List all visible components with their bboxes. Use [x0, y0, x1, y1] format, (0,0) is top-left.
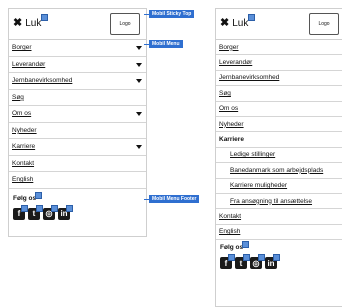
marker-icon [66, 204, 73, 212]
marker-icon [21, 204, 28, 212]
marker-icon [35, 191, 42, 199]
menu-list: Borger Leverandør Jernbanevirksomhed Søg Om … [9, 40, 146, 189]
menu-item-leverand-r[interactable]: Leverandør [9, 57, 146, 73]
logo[interactable]: Logo [309, 13, 339, 35]
sticky-top-bar: ✖ Luk Logo [9, 9, 146, 40]
mobile-menu-right: ✖ Luk Logo Borger Leverandør Jernbanevirks… [215, 8, 342, 307]
chevron-down-icon[interactable] [136, 46, 142, 51]
menu-item-jernbanevirksomhed[interactable]: Jernbanevirksomhed [216, 71, 342, 87]
menu-item-label: Leverandør [12, 60, 46, 68]
menu-item-om-os[interactable]: Om os [216, 102, 342, 117]
follow-label: Følg os [13, 191, 142, 202]
close-label: Luk [232, 18, 249, 29]
logo[interactable]: Logo [110, 13, 140, 35]
menu-item-label: Banedanmark som arbejdsplads [230, 166, 324, 174]
menu-item-label: English [12, 176, 34, 184]
menu-item-borger[interactable]: Borger [9, 40, 146, 57]
menu-item-label: Kontakt [219, 212, 242, 220]
menu-item-karriere-muligheder[interactable]: Karriere muligheder [216, 179, 342, 194]
menu-item-label: Jernbanevirksomhed [12, 77, 73, 85]
menu-footer: Følg os f t ◎ in [216, 240, 342, 270]
menu-item-borger[interactable]: Borger [216, 40, 342, 56]
callout-menu: Mobil Menu [149, 40, 183, 48]
menu-item-karriere[interactable]: Karriere [9, 139, 146, 156]
follow-label: Følg os [220, 241, 342, 251]
menu-item-label: Karriere [219, 136, 244, 144]
menu-item-label: Om os [12, 110, 32, 118]
facebook-icon-glyph: f [224, 258, 228, 268]
marker-icon [41, 14, 48, 21]
menu-item-jernbanevirksomhed[interactable]: Jernbanevirksomhed [9, 73, 146, 90]
menu-item-label: Ledige stillinger [230, 151, 276, 159]
menu-list: Borger Leverandør Jernbanevirksomhed Søg Om … [216, 40, 342, 241]
menu-item-s-g[interactable]: Søg [9, 90, 146, 106]
facebook-icon[interactable]: f [13, 204, 28, 220]
menu-item-label: Fra ansøgning til ansættelse [230, 197, 313, 205]
menu-item-label: Jernbanevirksomhed [219, 74, 280, 82]
twitter-icon[interactable]: t [235, 254, 250, 270]
menu-item-english[interactable]: English [216, 225, 342, 241]
menu-item-label: Karriere muligheder [230, 182, 288, 190]
social-icons: f t ◎ in [220, 254, 342, 270]
menu-item-label: Nyheder [219, 120, 244, 128]
chevron-down-icon[interactable] [136, 62, 142, 67]
instagram-icon[interactable]: ◎ [250, 254, 265, 270]
menu-item-kontakt[interactable]: Kontakt [216, 209, 342, 225]
mobile-menu-left: ✖ Luk Logo Borger Leverandør Jernbanevirks… [8, 8, 147, 237]
menu-item-label: Borger [12, 44, 32, 52]
marker-icon [242, 241, 249, 249]
marker-icon [36, 204, 43, 212]
menu-item-label: Søg [12, 93, 24, 101]
menu-item-english[interactable]: English [9, 172, 146, 189]
close-button[interactable]: ✖ Luk [13, 14, 48, 29]
menu-item-label: Leverandør [219, 59, 253, 67]
linkedin-icon[interactable]: in [265, 254, 280, 270]
instagram-icon[interactable]: ◎ [43, 204, 58, 220]
twitter-icon-glyph: t [239, 258, 243, 268]
menu-item-leverand-r[interactable]: Leverandør [216, 55, 342, 71]
menu-item-label: Søg [219, 89, 231, 97]
menu-item-banedanmark-som-arbejdsplads[interactable]: Banedanmark som arbejdsplads [216, 163, 342, 179]
chevron-down-icon[interactable] [136, 112, 142, 117]
marker-icon [273, 254, 280, 262]
menu-item-nyheder[interactable]: Nyheder [9, 123, 146, 139]
callout-sticky-top: Mobil Sticky Top [149, 10, 195, 18]
menu-item-fra-ans-gning-til-ans-ttelse[interactable]: Fra ansøgning til ansættelse [216, 194, 342, 210]
marker-icon [243, 254, 250, 262]
sticky-top-bar: ✖ Luk Logo [216, 9, 342, 40]
logo-label: Logo [318, 21, 330, 27]
linkedin-icon[interactable]: in [58, 204, 73, 220]
close-label: Luk [25, 18, 42, 29]
menu-item-ledige-stillinger[interactable]: Ledige stillinger [216, 148, 342, 164]
twitter-icon[interactable]: t [28, 204, 43, 220]
marker-icon [228, 254, 235, 262]
menu-item-nyheder[interactable]: Nyheder [216, 117, 342, 133]
menu-item-label: English [219, 228, 241, 236]
chevron-down-icon[interactable] [136, 145, 142, 150]
marker-icon [51, 204, 58, 212]
menu-item-label: Nyheder [12, 126, 37, 134]
logo-label: Logo [119, 21, 131, 27]
close-icon: ✖ [13, 17, 23, 29]
menu-item-label: Karriere [12, 143, 36, 151]
menu-item-karriere[interactable]: Karriere [216, 132, 342, 148]
social-icons: f t ◎ in [13, 204, 142, 220]
close-button[interactable]: ✖ Luk [220, 14, 255, 29]
menu-item-label: Borger [219, 43, 239, 51]
menu-item-label: Om os [219, 105, 239, 113]
menu-item-om-os[interactable]: Om os [9, 106, 146, 123]
chevron-down-icon[interactable] [136, 79, 142, 84]
twitter-icon-glyph: t [32, 209, 36, 218]
marker-icon [258, 254, 265, 262]
facebook-icon[interactable]: f [220, 254, 235, 270]
callout-footer: Mobil Menu Footer [149, 195, 200, 203]
close-icon: ✖ [220, 17, 230, 29]
marker-icon [248, 14, 255, 21]
menu-footer: Følg os f t ◎ in [9, 189, 146, 220]
menu-item-label: Kontakt [12, 159, 35, 167]
menu-item-s-g[interactable]: Søg [216, 86, 342, 102]
facebook-icon-glyph: f [17, 209, 21, 218]
menu-item-kontakt[interactable]: Kontakt [9, 156, 146, 172]
